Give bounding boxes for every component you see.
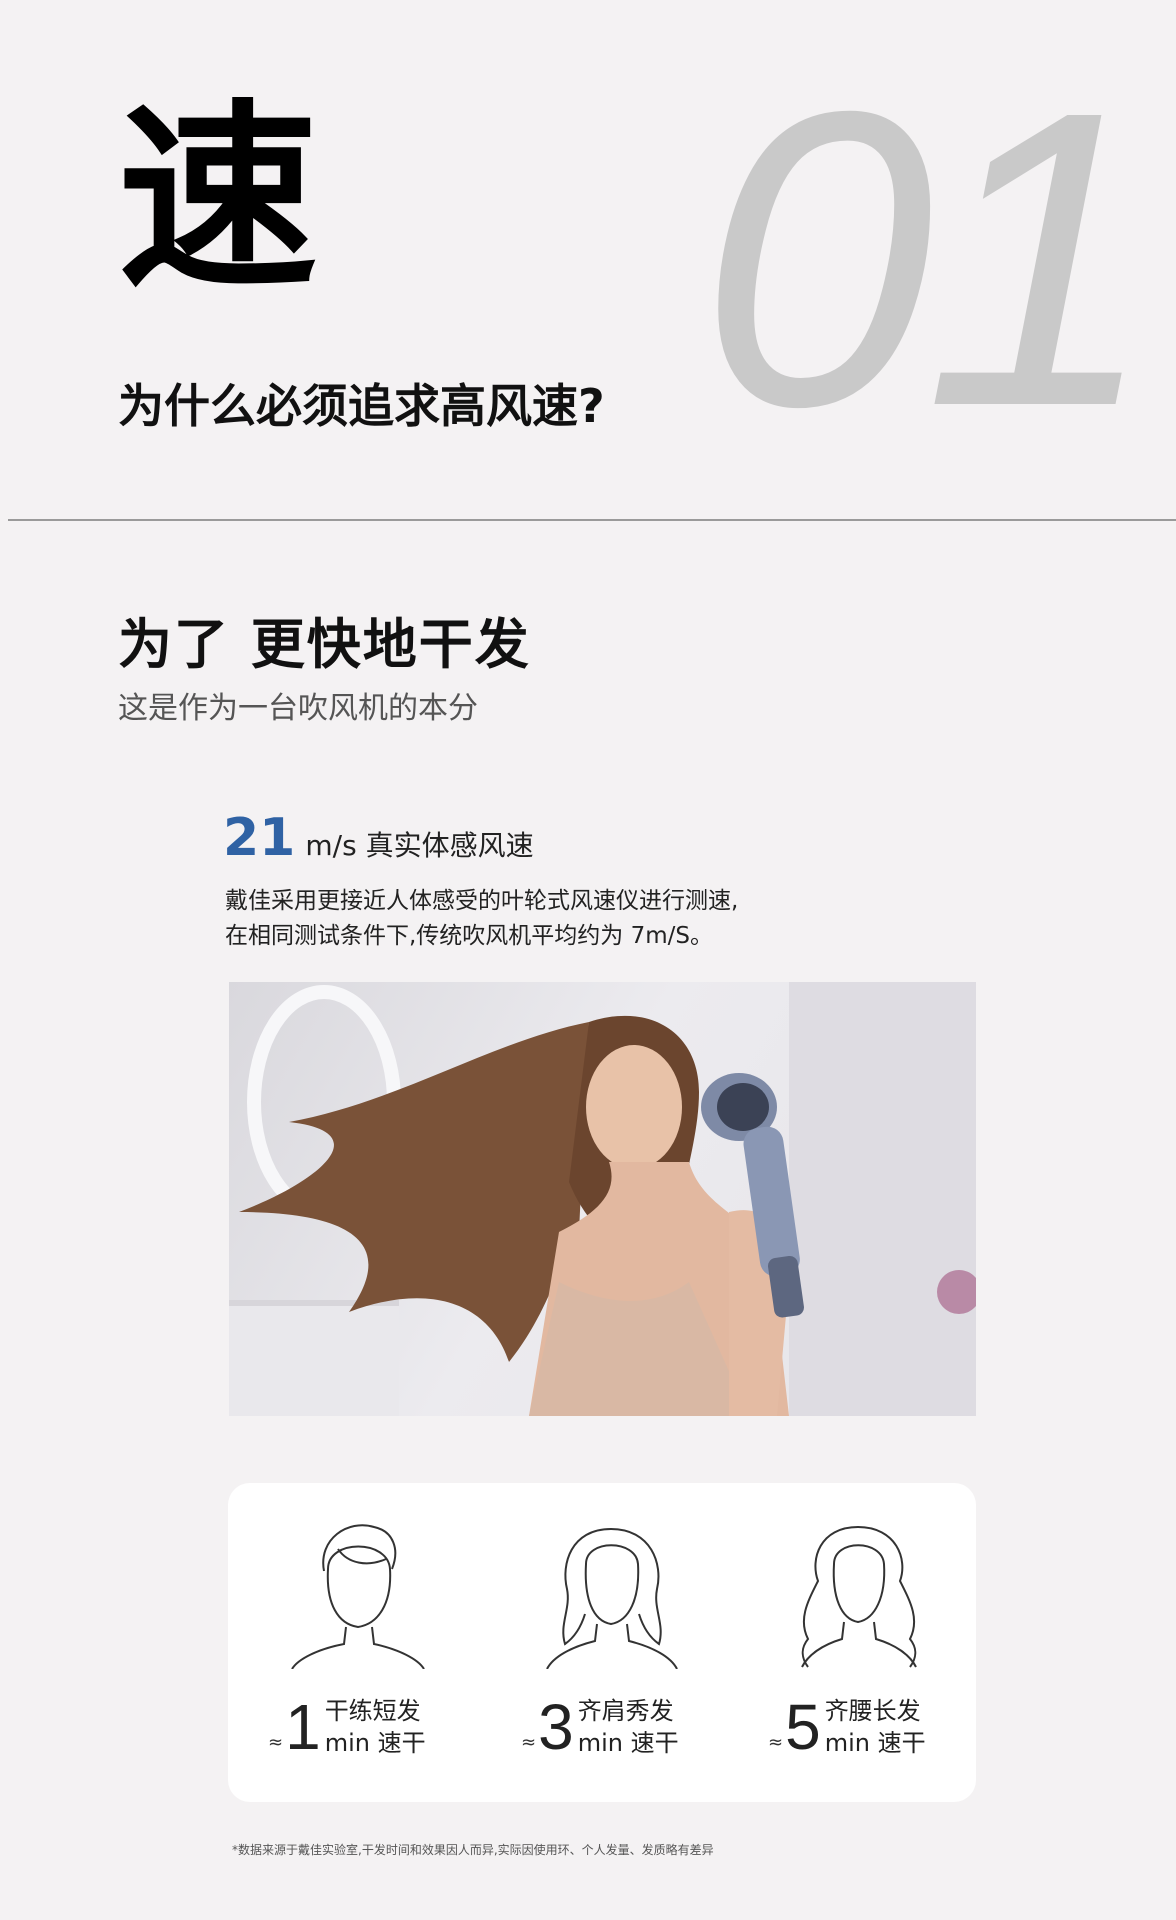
speed-line: 21 m/s 真实体感风速 xyxy=(223,808,534,868)
time-row-1: ≈ 1 干练短发 min 速干 xyxy=(268,1695,426,1759)
hero-question: 为什么必须追求高风速? xyxy=(118,379,605,433)
dry-time-card: ≈ 1 干练短发 min 速干 ≈ 3 齐肩秀发 min 速干 ≈ 5 齐腰长发… xyxy=(228,1483,976,1802)
hero-number: 01 xyxy=(700,25,1157,494)
time-row-5: ≈ 5 齐腰长发 min 速干 xyxy=(768,1695,926,1759)
short-hair-icon xyxy=(291,1524,425,1669)
hair-style-name: 齐腰长发 xyxy=(824,1697,921,1725)
style-item-long: ≈ 5 齐腰长发 min 速干 xyxy=(748,1483,978,1802)
minutes-number: 5 xyxy=(785,1691,821,1763)
section-subtitle: 这是作为一台吹风机的本分 xyxy=(118,691,478,726)
time-text: 干练短发 min 速干 xyxy=(325,1695,426,1759)
minutes-number: 1 xyxy=(285,1691,321,1763)
hero-photo xyxy=(229,982,976,1416)
shoulder-hair-icon xyxy=(546,1528,678,1669)
time-text: 齐腰长发 min 速干 xyxy=(825,1695,926,1759)
desc-line-1: 戴佳采用更接近人体感受的叶轮式风速仪进行测速, xyxy=(225,888,739,914)
min-dry-label: min 速干 xyxy=(824,1729,926,1757)
min-dry-label: min 速干 xyxy=(324,1729,426,1757)
section-title: 为了 更快地干发 xyxy=(118,613,531,676)
long-hair-icon xyxy=(801,1526,917,1668)
hair-style-name: 齐肩秀发 xyxy=(577,1697,674,1725)
approx-symbol: ≈ xyxy=(521,1732,537,1753)
footnote: *数据来源于戴佳实验室,干发时间和效果因人而异,实际因使用环、个人发量、发质略有… xyxy=(232,1843,714,1857)
approx-symbol: ≈ xyxy=(268,1732,284,1753)
min-dry-label: min 速干 xyxy=(577,1729,679,1757)
divider xyxy=(8,519,1176,521)
speed-label: m/s 真实体感风速 xyxy=(305,829,534,862)
style-item-shoulder: ≈ 3 齐肩秀发 min 速干 xyxy=(501,1483,731,1802)
hair-style-name: 干练短发 xyxy=(324,1697,421,1725)
time-row-3: ≈ 3 齐肩秀发 min 速干 xyxy=(521,1695,679,1759)
minutes-number: 3 xyxy=(538,1691,574,1763)
approx-symbol: ≈ xyxy=(768,1732,784,1753)
speed-description: 戴佳采用更接近人体感受的叶轮式风速仪进行测速, 在相同测试条件下,传统吹风机平均… xyxy=(225,884,738,954)
style-item-short: ≈ 1 干练短发 min 速干 xyxy=(248,1483,478,1802)
desc-line-2: 在相同测试条件下,传统吹风机平均约为 7m/S。 xyxy=(225,923,714,949)
hero-char: 速 xyxy=(118,83,319,316)
time-text: 齐肩秀发 min 速干 xyxy=(578,1695,679,1759)
speed-value: 21 xyxy=(223,808,296,868)
